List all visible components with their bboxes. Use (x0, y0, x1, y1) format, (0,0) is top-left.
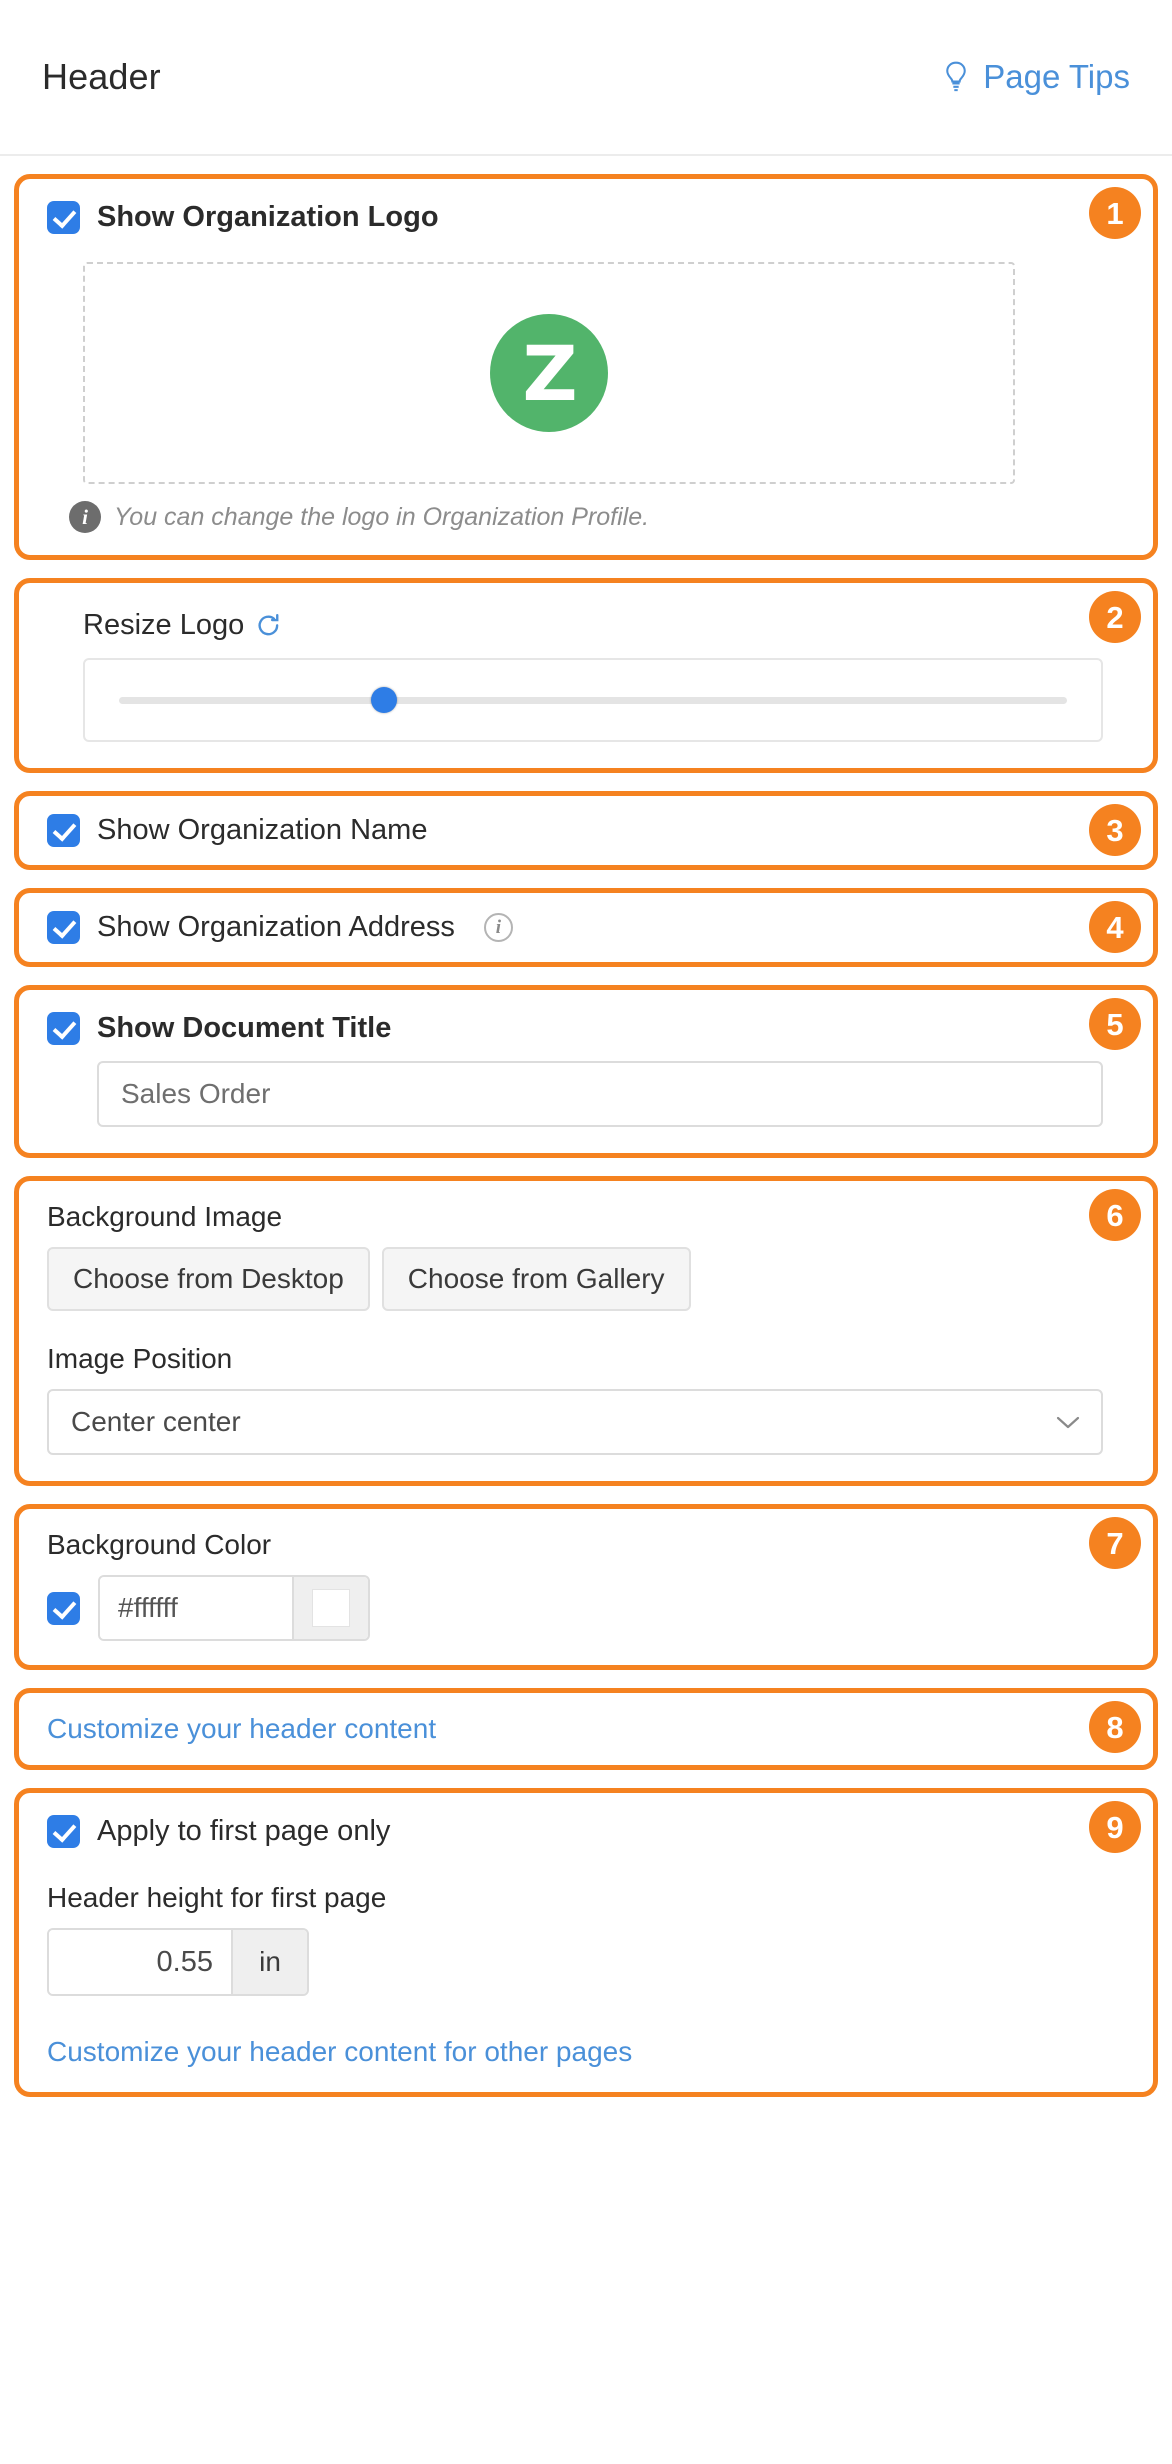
show-document-title-row[interactable]: Show Document Title (47, 1012, 1125, 1045)
page-tips-link[interactable]: Page Tips (941, 58, 1130, 96)
customize-header-content-link[interactable]: Customize your header content (47, 1713, 436, 1744)
resize-logo-label: Resize Logo (83, 609, 244, 642)
resize-logo-header: Resize Logo (83, 609, 1125, 642)
annotation-box-show-organization-logo: 1 Show Organization Logo Z i You can cha… (14, 174, 1158, 560)
show-organization-logo-checkbox[interactable] (47, 201, 80, 234)
show-organization-name-row[interactable]: Show Organization Name (47, 814, 1125, 847)
show-organization-address-checkbox[interactable] (47, 911, 80, 944)
background-color-checkbox[interactable] (47, 1592, 80, 1625)
background-color-hex-input[interactable]: #ffffff (100, 1577, 292, 1639)
background-image-label: Background Image (47, 1201, 1125, 1233)
show-organization-address-row[interactable]: Show Organization Address i (47, 911, 1125, 944)
apply-to-first-page-only-label: Apply to first page only (97, 1815, 390, 1848)
page-title: Header (42, 56, 161, 98)
logo-hint-text: You can change the logo in Organization … (114, 503, 649, 532)
header-height-input[interactable]: 0.55 (49, 1930, 231, 1994)
header-height-label: Header height for first page (47, 1882, 1125, 1914)
choose-from-desktop-button[interactable]: Choose from Desktop (47, 1247, 370, 1311)
document-title-input[interactable]: Sales Order (97, 1061, 1103, 1127)
image-position-value: Center center (71, 1406, 241, 1438)
page-tips-label: Page Tips (983, 58, 1130, 96)
organization-logo: Z (490, 314, 608, 432)
annotation-badge-9: 9 (1089, 1801, 1141, 1853)
reset-arrow-icon[interactable] (254, 611, 284, 641)
color-swatch (312, 1589, 350, 1627)
logo-hint: i You can change the logo in Organizatio… (69, 501, 1125, 533)
chevron-down-icon (1055, 1414, 1081, 1430)
show-organization-address-label: Show Organization Address (97, 911, 455, 944)
annotation-badge-7: 7 (1089, 1517, 1141, 1569)
annotation-badge-2: 2 (1089, 591, 1141, 643)
background-color-label: Background Color (47, 1529, 1125, 1561)
annotation-badge-8: 8 (1089, 1701, 1141, 1753)
info-outline-icon[interactable]: i (484, 913, 513, 942)
slider-thumb[interactable] (371, 687, 397, 713)
show-organization-logo-row[interactable]: Show Organization Logo (47, 201, 1125, 234)
annotation-box-show-organization-address: 4 Show Organization Address i (14, 888, 1158, 967)
show-organization-name-checkbox[interactable] (47, 814, 80, 847)
annotation-badge-4: 4 (1089, 901, 1141, 953)
lightbulb-icon (941, 60, 971, 94)
logo-dropzone[interactable]: Z (83, 262, 1015, 484)
apply-to-first-page-only-checkbox[interactable] (47, 1815, 80, 1848)
slider-track[interactable] (119, 697, 1067, 704)
background-image-buttons: Choose from Desktop Choose from Gallery (47, 1247, 1125, 1311)
annotation-box-background-color: 7 Background Color #ffffff (14, 1504, 1158, 1670)
image-position-label: Image Position (47, 1343, 1125, 1375)
choose-from-gallery-button[interactable]: Choose from Gallery (382, 1247, 691, 1311)
annotation-box-customize-header-content: 8 Customize your header content (14, 1688, 1158, 1770)
annotation-badge-5: 5 (1089, 998, 1141, 1050)
annotation-box-background-image: 6 Background Image Choose from Desktop C… (14, 1176, 1158, 1486)
annotation-badge-6: 6 (1089, 1189, 1141, 1241)
background-color-swatch-button[interactable] (292, 1577, 368, 1639)
annotation-box-show-organization-name: 3 Show Organization Name (14, 791, 1158, 870)
resize-logo-slider[interactable] (83, 658, 1103, 742)
annotation-box-show-document-title: 5 Show Document Title Sales Order (14, 985, 1158, 1158)
show-organization-name-label: Show Organization Name (97, 814, 427, 847)
info-filled-icon: i (69, 501, 101, 533)
panel-topbar: Header Page Tips (0, 0, 1172, 156)
header-height-unit: in (231, 1930, 307, 1994)
show-organization-logo-label: Show Organization Logo (97, 201, 439, 234)
background-color-row: #ffffff (47, 1575, 1125, 1641)
annotation-badge-1: 1 (1089, 187, 1141, 239)
image-position-select[interactable]: Center center (47, 1389, 1103, 1455)
customize-header-content-other-pages-link[interactable]: Customize your header content for other … (47, 2036, 632, 2067)
annotation-box-apply-first-page: 9 Apply to first page only Header height… (14, 1788, 1158, 2097)
show-document-title-checkbox[interactable] (47, 1012, 80, 1045)
show-document-title-label: Show Document Title (97, 1012, 391, 1045)
background-color-picker[interactable]: #ffffff (98, 1575, 370, 1641)
header-height-field[interactable]: 0.55 in (47, 1928, 309, 1996)
annotation-box-resize-logo: 2 Resize Logo (14, 578, 1158, 773)
apply-to-first-page-only-row[interactable]: Apply to first page only (47, 1815, 1125, 1848)
annotation-badge-3: 3 (1089, 804, 1141, 856)
header-settings-panel: Header Page Tips 1 Show Organization Log… (0, 0, 1172, 2464)
